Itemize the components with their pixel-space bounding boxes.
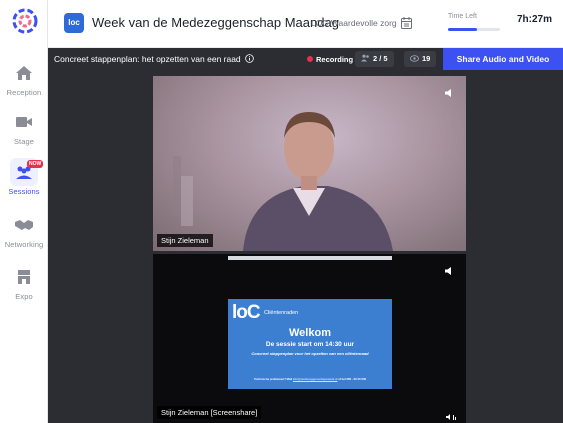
speaker-volume-icon[interactable] xyxy=(444,88,454,98)
participants-icon xyxy=(361,54,369,62)
viewers-count: 19 xyxy=(422,54,431,63)
top-header: loc Week van de Medezeggenschap Maandag … xyxy=(48,0,563,48)
event-logo: loc xyxy=(64,13,84,33)
calendar-icon[interactable] xyxy=(401,17,412,29)
time-left-progress xyxy=(448,28,500,31)
participants-count: 2 / 5 xyxy=(373,54,388,63)
share-audio-video-button[interactable]: Share Audio and Video xyxy=(443,48,563,70)
sidebar-item-reception[interactable]: Reception xyxy=(0,64,48,97)
viewers-chip[interactable]: 19 xyxy=(404,51,437,67)
camera-icon xyxy=(16,117,32,127)
slide-subtitle: Concreet stappenplan voor het opzetten v… xyxy=(251,351,369,356)
presentation-slide: loC Cliëntenraden Welkom De sessie start… xyxy=(228,299,392,389)
session-title: Concreet stappenplan: het opzetten van e… xyxy=(54,54,254,64)
speaker-name-label: Stijn Zieleman xyxy=(157,234,213,247)
tile-controls-icon[interactable] xyxy=(446,414,458,420)
home-icon xyxy=(16,66,32,80)
organizer-name[interactable]: LOC Waardevolle zorg xyxy=(311,18,397,28)
info-icon[interactable] xyxy=(245,54,254,63)
slide-logo: loC xyxy=(232,302,261,323)
sidebar-item-label: Sessions xyxy=(8,187,40,196)
store-icon xyxy=(18,270,30,284)
time-left-label: Time Left xyxy=(448,13,477,20)
session-title-text: Concreet stappenplan: het opzetten van e… xyxy=(54,54,241,64)
slide-footer-prefix: Technische problemen? Mail xyxy=(253,377,293,381)
event-title: Week van de Medezeggenschap Maandag xyxy=(92,15,339,30)
sidebar-item-networking[interactable]: Networking xyxy=(0,216,48,249)
recording-indicator: Recording xyxy=(307,55,353,64)
sidebar: Reception Stage Sessions NOW Networking … xyxy=(0,0,48,423)
slide-heading: Welkom xyxy=(289,327,331,339)
slide-footer-suffix: of bel 085 - 00 00 000 xyxy=(337,377,367,381)
time-left-progress-fill xyxy=(448,28,477,31)
shared-window-titlebar xyxy=(228,256,392,260)
participants-chip[interactable]: 2 / 5 xyxy=(355,51,394,67)
speaker-name-label: Stijn Zieleman [Screenshare] xyxy=(157,406,262,419)
session-toolbar: Concreet stappenplan: het opzetten van e… xyxy=(48,48,563,70)
video-tile-screenshare[interactable]: loC Cliëntenraden Welkom De sessie start… xyxy=(153,254,466,423)
video-tile-camera[interactable]: Stijn Zieleman xyxy=(153,76,466,251)
recording-label: Recording xyxy=(316,55,354,64)
eye-icon xyxy=(410,55,419,62)
speaker-volume-icon[interactable] xyxy=(444,266,454,276)
app-logo-icon[interactable] xyxy=(12,8,38,34)
slide-footer-link: info@medezeggenschapsweek.nl xyxy=(292,377,338,381)
sidebar-item-label: Stage xyxy=(13,137,35,146)
sidebar-item-expo[interactable]: Expo xyxy=(0,268,48,301)
session-stage: Concreet stappenplan: het opzetten van e… xyxy=(48,48,563,423)
sidebar-item-label: Expo xyxy=(15,292,33,301)
sidebar-item-label: Networking xyxy=(4,240,44,249)
slide-brand: Cliëntenraden xyxy=(264,310,299,316)
sidebar-item-sessions[interactable]: Sessions xyxy=(0,163,48,196)
sidebar-item-label: Reception xyxy=(6,88,42,97)
speaker-video-image xyxy=(173,112,393,251)
sidebar-item-stage[interactable]: Stage xyxy=(0,113,48,146)
recording-dot-icon xyxy=(307,56,313,62)
slide-start-time: De sessie start om 14:30 uur xyxy=(265,341,355,348)
handshake-icon xyxy=(15,220,33,230)
slide-footer: Technische problemen? Mail info@medezegg… xyxy=(234,377,386,381)
now-badge: NOW xyxy=(27,160,44,168)
time-left-value: 7h:27m xyxy=(517,14,553,25)
